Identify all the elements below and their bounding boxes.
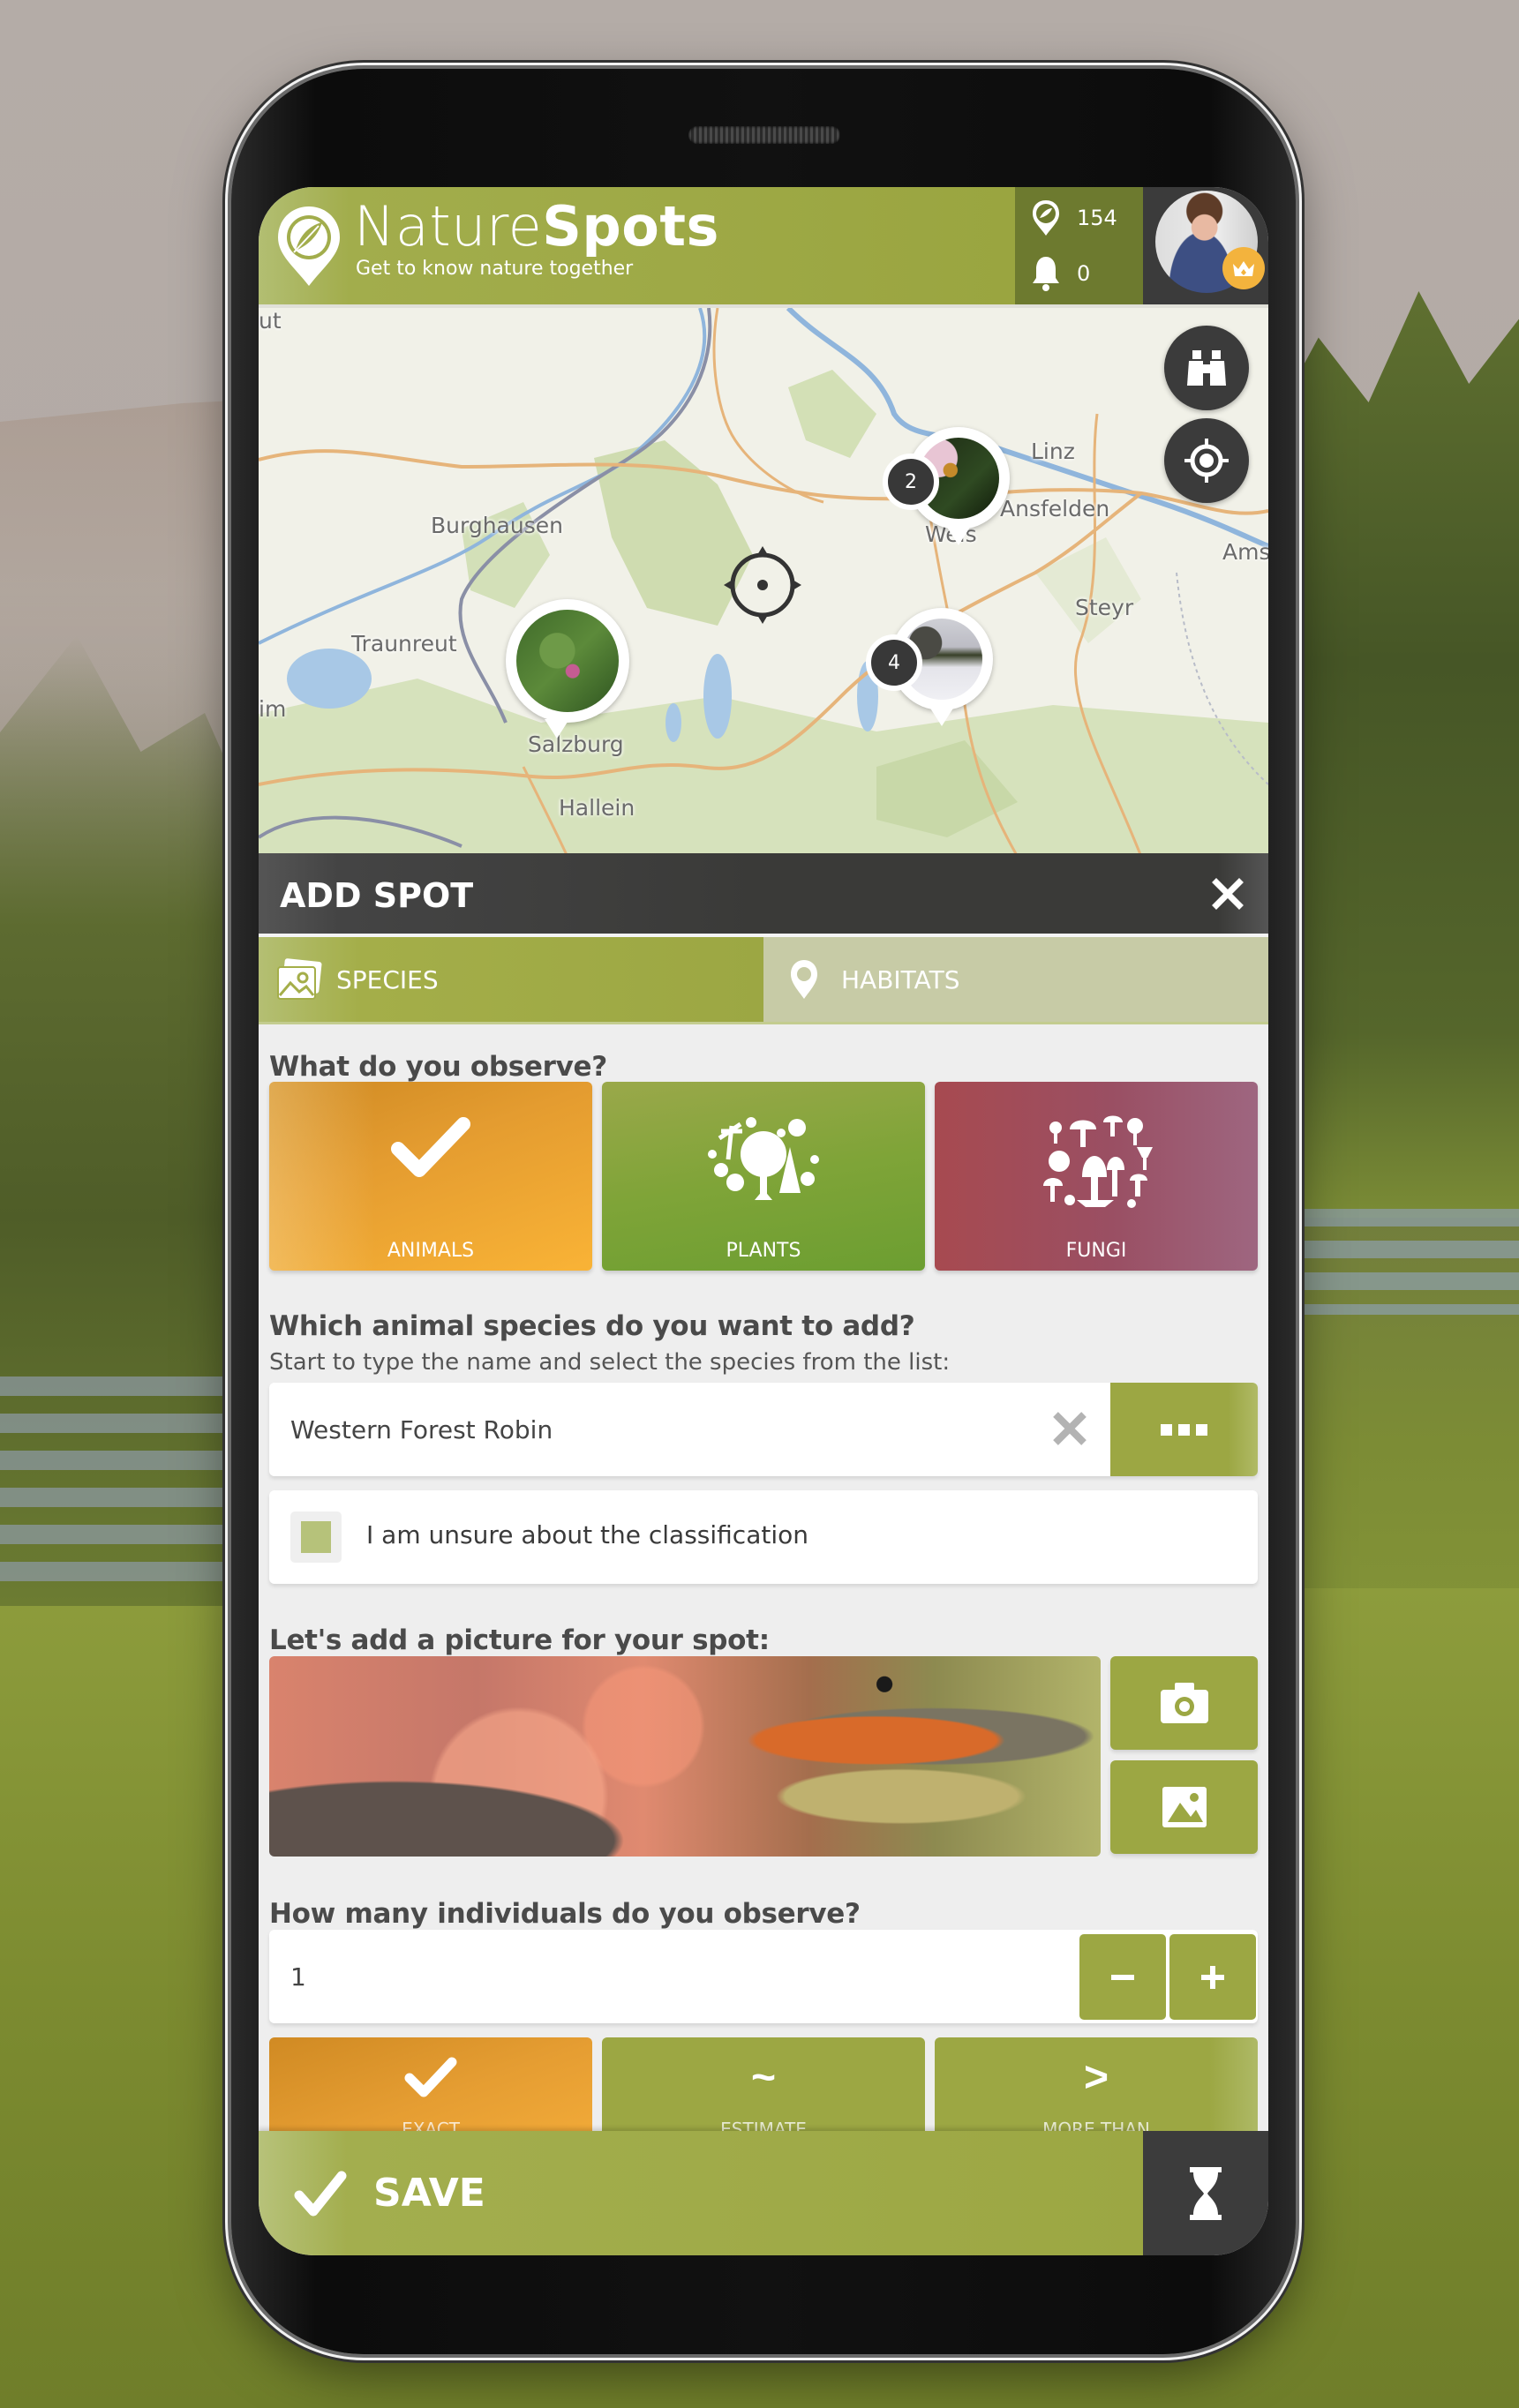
tab-species[interactable]: SPECIES	[259, 937, 763, 1022]
map-label: Steyr	[1075, 595, 1134, 620]
map-label: Traunreut	[351, 631, 457, 656]
count-card	[269, 1930, 1258, 2023]
checkbox-indicator	[301, 1521, 331, 1553]
map-label: Salzburg	[528, 731, 624, 757]
dot	[1161, 1423, 1172, 1436]
bell-icon	[1033, 257, 1059, 291]
naturespots-logo-icon	[278, 206, 340, 286]
save-label: SAVE	[373, 2171, 485, 2216]
phone-side-button	[222, 234, 229, 415]
decrement-button[interactable]	[1079, 1934, 1166, 2020]
header-stats: 154 0	[1015, 187, 1143, 304]
mushrooms-icon	[1043, 1115, 1153, 1208]
map-label: Ams	[1222, 539, 1268, 565]
brand-area[interactable]: NatureSpots Get to know nature together	[259, 187, 1015, 304]
explore-button[interactable]	[1164, 326, 1249, 410]
background-trees-right	[1268, 291, 1519, 1218]
unsure-checkbox[interactable]	[290, 1512, 342, 1563]
species-heading: Which animal species do you want to add?	[269, 1310, 915, 1342]
count-heading: How many individuals do you observe?	[269, 1898, 861, 1930]
cluster-count: 2	[883, 454, 939, 510]
category-fungi[interactable]: FUNGI	[935, 1082, 1258, 1271]
locate-me-button[interactable]	[1164, 418, 1249, 503]
count-input[interactable]	[290, 1930, 1085, 2023]
species-input[interactable]	[290, 1383, 996, 1476]
add-spot-header: ADD SPOT	[259, 853, 1268, 937]
category-animals[interactable]: ANIMALS	[269, 1082, 592, 1271]
unsure-label[interactable]: I am unsure about the classification	[366, 1520, 808, 1549]
species-subheading: Start to type the name and select the sp…	[269, 1349, 951, 1376]
background-fence-left	[0, 1377, 238, 1588]
crown-badge	[1222, 247, 1265, 289]
spots-stat[interactable]: 154	[1015, 191, 1143, 244]
tab-label: HABITATS	[841, 964, 960, 994]
map-label: im	[259, 696, 287, 722]
category-label: PLANTS	[726, 1240, 801, 1262]
notifications-stat[interactable]: 0	[1015, 247, 1143, 300]
species-search-card	[269, 1383, 1258, 1476]
map-label: Linz	[1031, 439, 1075, 464]
notifications-count: 0	[1077, 261, 1091, 286]
spots-count: 154	[1077, 206, 1117, 230]
dot	[1178, 1423, 1190, 1436]
checkmark-icon	[391, 1117, 470, 1177]
app-title: NatureSpots	[354, 194, 719, 259]
draft-timer-button[interactable]	[1143, 2131, 1268, 2255]
app-header: NatureSpots Get to know nature together …	[259, 187, 1268, 304]
dot	[1196, 1423, 1207, 1436]
picture-heading: Let's add a picture for your spot:	[269, 1624, 770, 1656]
crosshair-icon	[1184, 439, 1229, 483]
map-label: Hallein	[559, 795, 635, 821]
tab-habitats[interactable]: HABITATS	[763, 937, 1268, 1022]
map-cluster-marker[interactable]: 4	[866, 608, 993, 726]
checkmark-icon	[404, 2057, 457, 2097]
plus-icon	[1201, 1965, 1224, 1989]
crown-icon	[1233, 261, 1254, 276]
spot-pin-icon	[1033, 200, 1059, 236]
tab-label: SPECIES	[336, 964, 439, 994]
category-plants[interactable]: PLANTS	[602, 1082, 925, 1271]
map-label: Burghausen	[431, 513, 563, 538]
minus-icon	[1111, 1974, 1134, 1980]
save-button[interactable]: SAVE	[259, 2131, 1143, 2255]
greater-than-icon: >	[1083, 2054, 1109, 2101]
plant-photo	[516, 610, 619, 712]
camera-icon	[1160, 1683, 1208, 1723]
category-label: ANIMALS	[387, 1240, 475, 1262]
species-list-button[interactable]	[1110, 1383, 1258, 1476]
panel-title: ADD SPOT	[280, 876, 474, 915]
phone-speaker	[688, 126, 840, 144]
map-view[interactable]: ut Burghausen Traunreut Salzburg Hallein…	[259, 304, 1268, 853]
app-tagline: Get to know nature together	[356, 258, 634, 280]
map-label: ut	[259, 308, 282, 334]
images-icon	[277, 958, 322, 1000]
add-spot-form: What do you observe? ANIMALS PLANTS FUNG…	[259, 1024, 1268, 2255]
map-cluster-marker[interactable]: 2	[883, 427, 1010, 545]
spot-photo-preview[interactable]	[269, 1656, 1101, 1857]
map-label: Ansfelden	[1000, 496, 1110, 521]
cluster-count: 4	[866, 634, 922, 691]
panel-tabs: SPECIES HABITATS	[259, 937, 1268, 1022]
take-photo-button[interactable]	[1110, 1656, 1258, 1750]
unsure-card: I am unsure about the classification	[269, 1490, 1258, 1584]
tilde-icon: ~	[750, 2054, 777, 2101]
hourglass-icon	[1190, 2166, 1222, 2220]
increment-button[interactable]	[1169, 1934, 1256, 2020]
profile-area[interactable]	[1143, 187, 1268, 304]
map-center-crosshair-icon	[724, 546, 801, 624]
observe-heading: What do you observe?	[269, 1051, 607, 1083]
location-pin-icon	[791, 960, 817, 999]
map-spot-marker[interactable]	[506, 599, 629, 739]
plants-icon	[708, 1117, 819, 1200]
app-screen: NatureSpots Get to know nature together …	[259, 187, 1268, 2255]
checkmark-icon	[294, 2171, 347, 2216]
choose-from-gallery-button[interactable]	[1110, 1760, 1258, 1854]
binoculars-icon	[1187, 350, 1226, 386]
close-icon[interactable]	[1212, 878, 1244, 910]
category-label: FUNGI	[1065, 1240, 1127, 1262]
image-icon	[1162, 1787, 1207, 1827]
clear-icon[interactable]	[1050, 1409, 1089, 1448]
background-fence-right	[1297, 1209, 1519, 1315]
